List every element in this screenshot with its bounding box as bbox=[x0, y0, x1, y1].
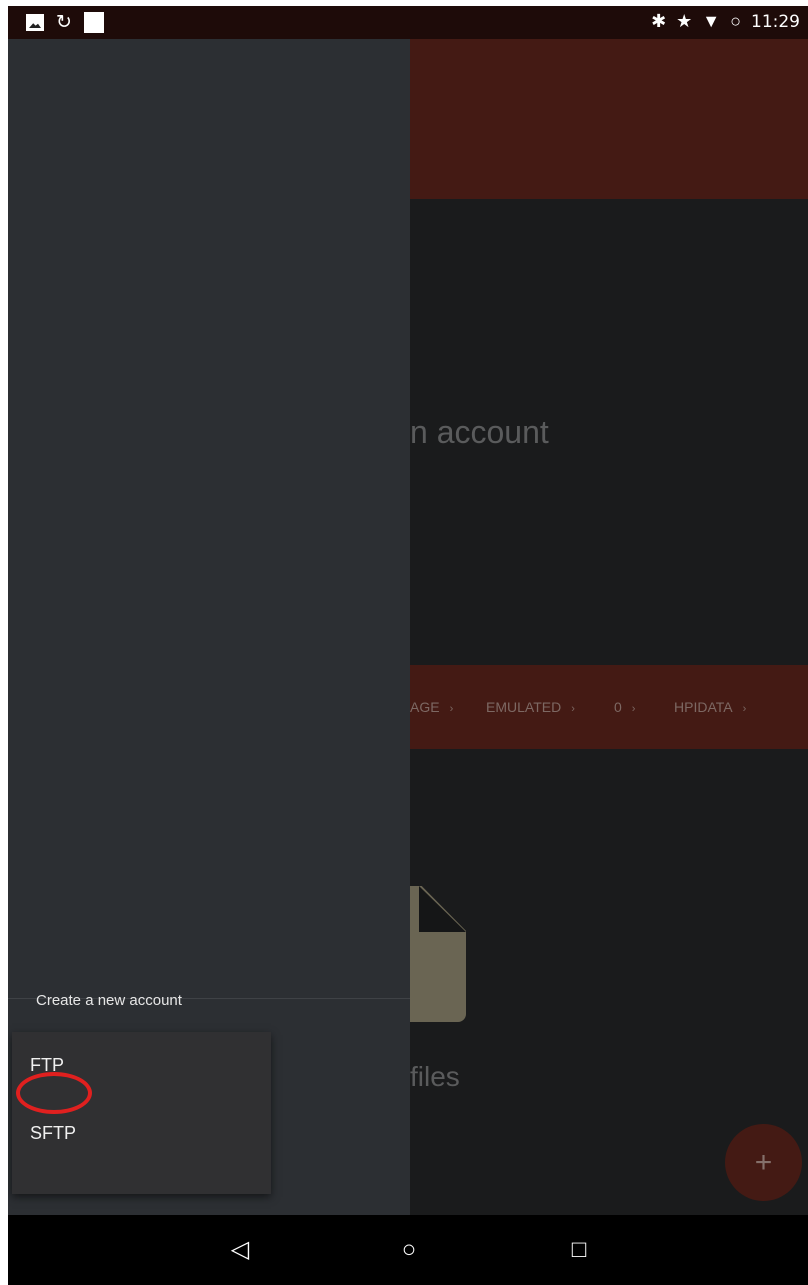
breadcrumb-item[interactable]: AGE › bbox=[410, 699, 453, 715]
wifi-icon: ▼ bbox=[702, 11, 721, 31]
circle-loading-icon: ○ bbox=[730, 11, 741, 31]
breadcrumb-item[interactable]: 0 › bbox=[614, 699, 635, 715]
sync-icon: ↻ bbox=[56, 11, 72, 33]
recents-square-icon: □ bbox=[571, 1236, 587, 1263]
white-square-icon bbox=[84, 12, 104, 33]
highlight-annotation-circle bbox=[16, 1072, 92, 1114]
breadcrumb-label: HPIDATA bbox=[674, 699, 733, 715]
chevron-right-icon: › bbox=[631, 703, 636, 715]
bluetooth-icon: ✱ bbox=[651, 11, 667, 31]
chevron-right-icon: › bbox=[571, 703, 575, 715]
status-bar: ↻ ✱ ★ ▼ ○ 11:29 bbox=[8, 6, 808, 39]
breadcrumb-label: 0 bbox=[614, 699, 622, 715]
back-triangle-icon: ◁ bbox=[230, 1236, 250, 1263]
back-button[interactable]: ◁ bbox=[225, 1235, 255, 1265]
chevron-right-icon: › bbox=[449, 703, 454, 715]
create-account-heading[interactable]: Create a new account bbox=[36, 992, 182, 1009]
home-button[interactable]: ○ bbox=[394, 1235, 424, 1265]
breadcrumb-label: AGE bbox=[410, 699, 440, 715]
menu-item-label: SFTP bbox=[30, 1123, 77, 1143]
clock: 11:29 bbox=[751, 11, 800, 32]
navigation-bar: ◁ ○ □ bbox=[8, 1215, 808, 1285]
screen: n account AGE › EMULATED › 0 › HPIDATA › fil… bbox=[8, 6, 808, 1285]
star-icon: ★ bbox=[676, 11, 693, 31]
breadcrumb-label: EMULATED bbox=[486, 699, 562, 715]
breadcrumb-item[interactable]: EMULATED › bbox=[486, 699, 575, 715]
add-fab-button[interactable]: + bbox=[725, 1124, 802, 1201]
home-circle-icon: ○ bbox=[401, 1236, 417, 1263]
chevron-right-icon: › bbox=[742, 703, 747, 715]
image-icon bbox=[26, 14, 44, 31]
empty-files-text: files bbox=[410, 1061, 460, 1092]
empty-accounts-text: n account bbox=[410, 414, 549, 450]
recents-button[interactable]: □ bbox=[564, 1235, 594, 1265]
breadcrumb-item[interactable]: HPIDATA › bbox=[674, 699, 746, 715]
